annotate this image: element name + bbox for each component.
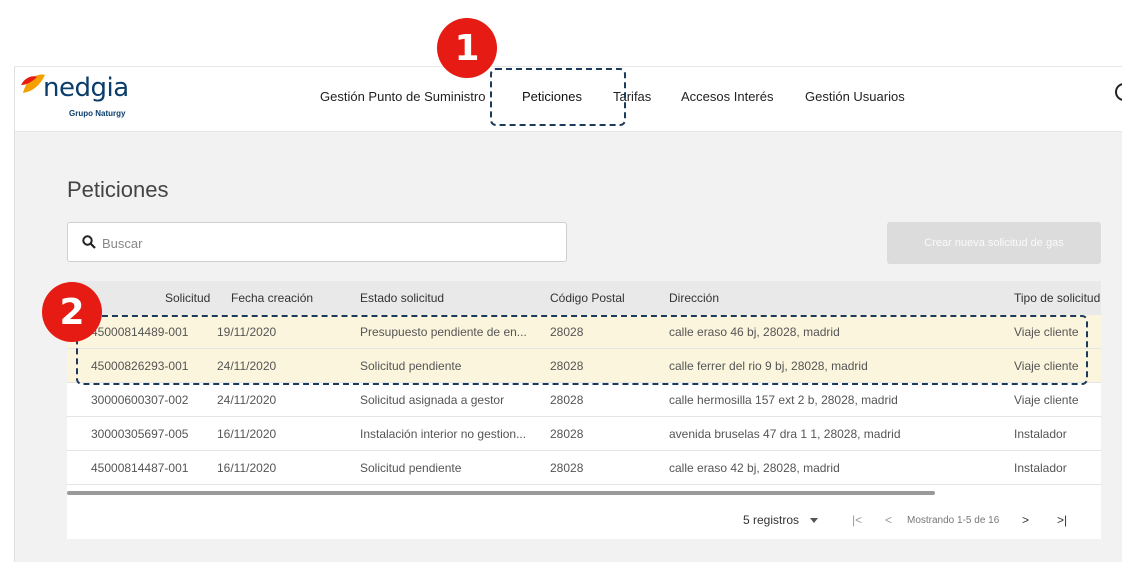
step-badge-1: 1 bbox=[437, 18, 497, 78]
cell-fecha: 16/11/2020 bbox=[217, 427, 277, 441]
cell-direccion: avenida bruselas 47 dra 1 1, 28028, madr… bbox=[669, 427, 901, 441]
search-field[interactable] bbox=[67, 222, 567, 262]
column-header-fecha-creacion[interactable]: Fecha creación bbox=[231, 291, 313, 305]
cell-codigo-postal: 28028 bbox=[550, 461, 584, 475]
cell-codigo-postal: 28028 bbox=[550, 393, 584, 407]
nav-item-gestion-usuarios[interactable]: Gestión Usuarios bbox=[805, 89, 905, 104]
last-page-button[interactable]: >| bbox=[1057, 513, 1067, 527]
page-title: Peticiones bbox=[67, 177, 169, 202]
table-row[interactable]: 30000600307-002 24/11/2020 Solicitud asi… bbox=[67, 383, 1101, 417]
next-page-button[interactable]: > bbox=[1022, 513, 1029, 527]
page-size-select[interactable]: 5 registros bbox=[743, 513, 819, 527]
nav-item-gestion-punto-suministro[interactable]: Gestión Punto de Suministro bbox=[320, 89, 485, 104]
cell-tipo: Instalador bbox=[1014, 461, 1067, 475]
cell-estado: Solicitud asignada a gestor bbox=[360, 393, 505, 407]
callout-peticiones-nav bbox=[490, 68, 626, 126]
cell-fecha: 24/11/2020 bbox=[217, 393, 277, 407]
cell-direccion: calle eraso 42 bj, 28028, madrid bbox=[669, 461, 840, 475]
prev-page-button[interactable]: < bbox=[885, 513, 892, 527]
first-page-button[interactable]: |< bbox=[852, 513, 862, 527]
cell-tipo: Instalador bbox=[1014, 427, 1067, 441]
callout-highlighted-rows bbox=[76, 315, 1088, 385]
step-badge-2: 2 bbox=[42, 282, 102, 342]
pagination-status: Mostrando 1-5 de 16 bbox=[907, 515, 1000, 526]
nedgia-logo[interactable]: nedgia Grupo Naturgy bbox=[19, 71, 139, 121]
cell-tipo: Viaje cliente bbox=[1014, 393, 1079, 407]
cell-codigo-postal: 28028 bbox=[550, 427, 584, 441]
create-gas-request-button[interactable]: Crear nueva solicitud de gas bbox=[887, 222, 1101, 264]
page-size-label: 5 registros bbox=[743, 513, 800, 527]
nav-item-accesos-interes[interactable]: Accesos Interés bbox=[681, 89, 774, 104]
cell-estado: Instalación interior no gestion... bbox=[360, 427, 527, 441]
app-frame: nedgia Grupo Naturgy Gestión Punto de Su… bbox=[14, 66, 1122, 562]
cell-solicitud: 45000814487-001 bbox=[91, 461, 189, 475]
table-row[interactable]: 45000814487-001 16/11/2020 Solicitud pen… bbox=[67, 451, 1101, 485]
search-input[interactable] bbox=[100, 231, 554, 255]
search-icon bbox=[82, 235, 96, 249]
cell-solicitud: 30000600307-002 bbox=[91, 393, 189, 407]
logo-text: nedgia bbox=[43, 73, 129, 103]
horizontal-scrollbar[interactable] bbox=[67, 491, 935, 495]
pagination: 5 registros |< < Mostrando 1-5 de 16 > >… bbox=[67, 503, 1101, 539]
column-header-tipo-solicitud[interactable]: Tipo de solicitud bbox=[1014, 291, 1100, 305]
cell-direccion: calle hermosilla 157 ext 2 b, 28028, mad… bbox=[669, 393, 898, 407]
column-header-estado-solicitud[interactable]: Estado solicitud bbox=[360, 291, 444, 305]
logo-subtext: Grupo Naturgy bbox=[69, 109, 126, 118]
column-header-codigo-postal[interactable]: Código Postal bbox=[550, 291, 625, 305]
table-row[interactable]: 30000305697-005 16/11/2020 Instalación i… bbox=[67, 417, 1101, 451]
cell-solicitud: 30000305697-005 bbox=[91, 427, 189, 441]
search-partial-icon[interactable] bbox=[1115, 83, 1122, 101]
table-header: Solicitud Fecha creación Estado solicitu… bbox=[67, 281, 1101, 315]
cell-estado: Solicitud pendiente bbox=[360, 461, 462, 475]
cell-fecha: 16/11/2020 bbox=[217, 461, 277, 475]
column-header-solicitud[interactable]: Solicitud bbox=[165, 291, 210, 305]
caret-down-icon bbox=[810, 518, 819, 523]
column-header-direccion[interactable]: Dirección bbox=[669, 291, 719, 305]
